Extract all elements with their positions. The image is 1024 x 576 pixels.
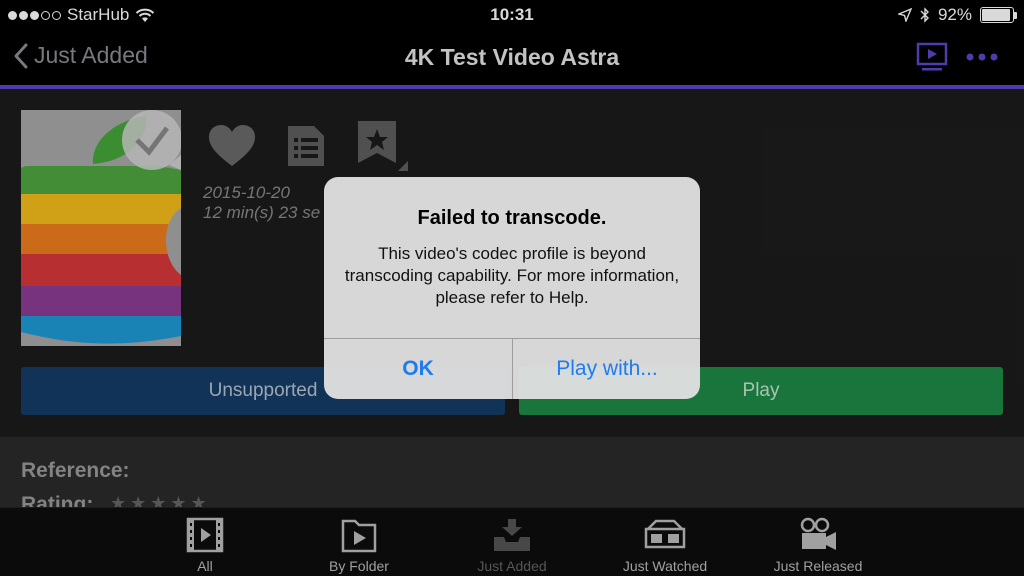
alert-ok-button[interactable]: OK <box>324 339 512 399</box>
alert-title: Failed to transcode. <box>417 207 607 229</box>
error-alert-dialog: Failed to transcode. This video's codec … <box>324 177 700 399</box>
alert-play-with-button[interactable]: Play with... <box>513 339 700 399</box>
alert-message: This video's codec profile is beyond tra… <box>344 244 680 307</box>
